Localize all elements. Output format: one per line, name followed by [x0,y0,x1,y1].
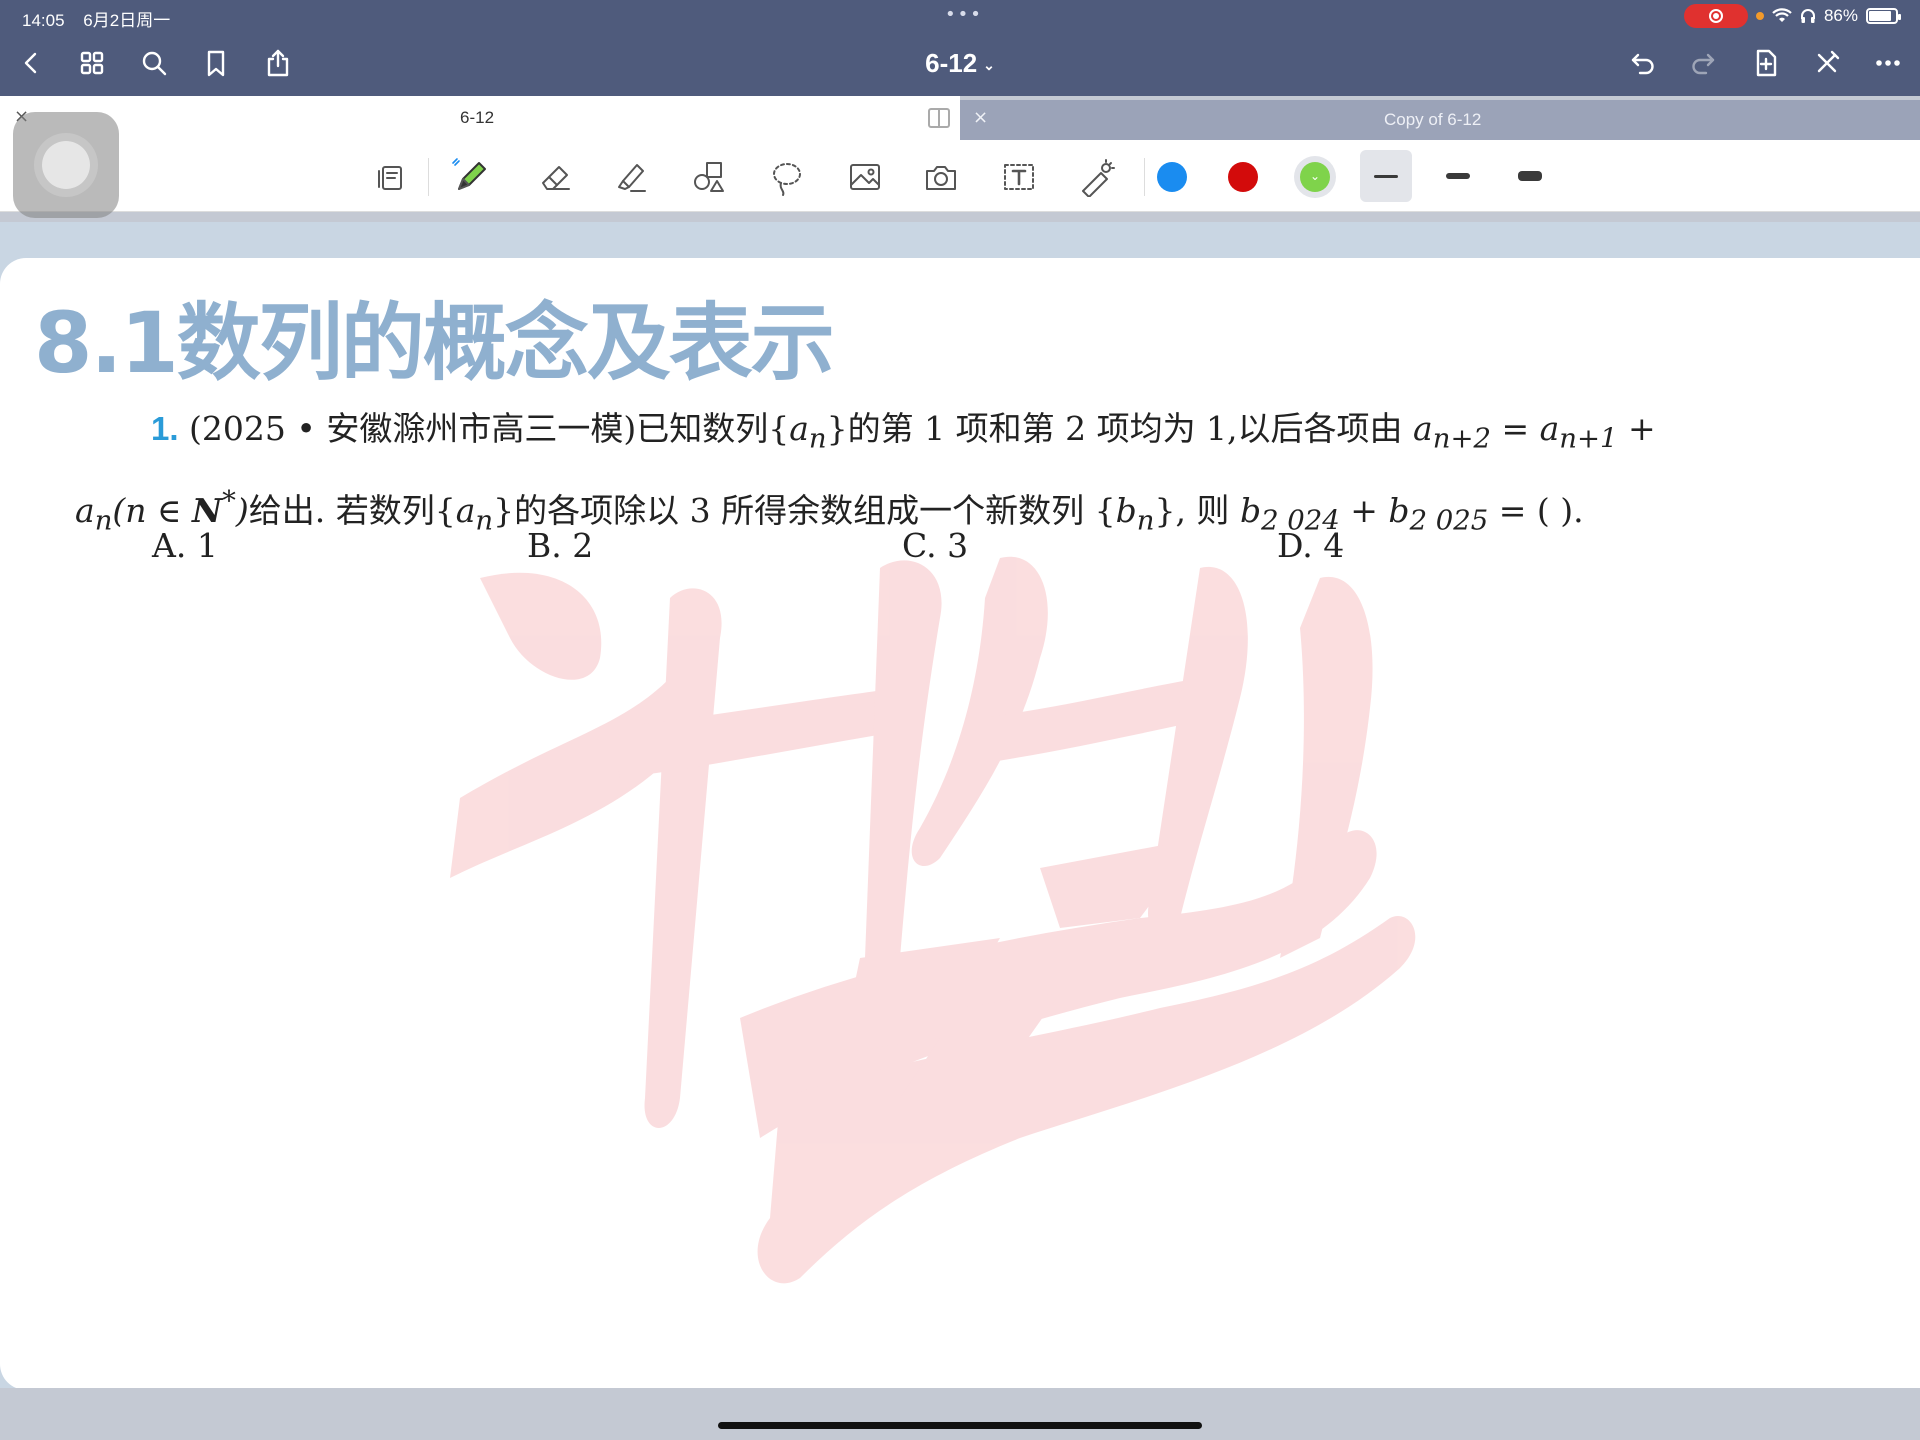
math-recurrence: an+2 = an+1 + [1413,409,1656,455]
read-mode-icon[interactable] [370,154,416,200]
option-label: A. [152,526,187,565]
highlighter-icon[interactable] [608,154,654,200]
stroke-thick-button[interactable] [1504,150,1556,202]
headphones-icon [1800,9,1815,23]
status-right: 86% [1683,4,1901,28]
answer-options: A. 1 B. 2 C. 3 D. 4 [152,526,1652,565]
question-text-part4: }的各项除以 3 所得余数组成一个新数列 { [493,490,1116,530]
bottom-bar [0,1388,1920,1440]
math-sum: b2 024 + b2 025 [1239,490,1489,537]
battery-icon [1866,8,1901,24]
mic-indicator-icon [1755,12,1764,20]
checkmark-icon: ⌄ [1309,169,1321,183]
battery-fill [1869,11,1892,21]
option-value: 2 [572,526,594,565]
question-text-part1: 已知数列{ [636,409,790,448]
question-line-1: 1. (2025 • 安徽滁州市高三一模)已知数列{an}的第 1 项和第 2 … [75,398,1805,470]
stroke-medium-button[interactable] [1432,150,1484,202]
toolbar-divider [1144,158,1145,196]
option-a[interactable]: A. 1 [152,526,527,565]
date-text: 6月2日周一 [83,11,171,30]
bookmark-icon[interactable] [199,46,233,80]
close-edit-icon[interactable] [1810,46,1844,80]
toolbar-divider [428,158,429,196]
status-time: 14:05 6月2日周一 [22,6,170,31]
camera-icon[interactable] [918,154,964,200]
color-red-swatch[interactable] [1228,162,1258,192]
question-source: (2025 • 安徽滁州市高三一模) [189,409,637,448]
color-blue-swatch[interactable] [1157,162,1187,192]
question-text-part3: 给出. 若数列{ [248,490,456,530]
option-d[interactable]: D. 4 [1277,526,1652,565]
option-label: B. [527,526,562,565]
stroke-thin-preview [1374,174,1398,178]
lasso-icon[interactable] [764,154,810,200]
more-icon[interactable] [1871,46,1905,80]
home-indicator[interactable] [718,1422,1202,1429]
top-bar: 14:05 6月2日周一 ••• 86% 6-12 ⌄ [0,0,1920,96]
assistive-touch-button[interactable] [13,112,119,218]
stroke-thick-preview [1518,171,1542,181]
color-green-swatch[interactable]: ⌄ [1300,162,1330,192]
back-icon[interactable] [14,46,48,80]
document-title-text: 6-12 [925,48,978,78]
option-value: 4 [1323,526,1345,565]
text-box-icon[interactable] [996,154,1042,200]
option-label: C. [902,526,937,565]
section-title: 8.1数列的概念及表示 [34,294,835,392]
tab-inactive[interactable]: × Copy of 6-12 [960,100,1920,140]
undo-icon[interactable] [1626,46,1660,80]
document-title[interactable]: 6-12 ⌄ [900,48,1020,79]
multitask-dots-icon[interactable]: ••• [945,4,983,25]
share-icon[interactable] [261,46,295,80]
option-value: 3 [947,526,969,565]
laser-pointer-icon[interactable] [1074,154,1120,200]
question-number: 1. [151,410,179,447]
search-icon[interactable] [137,46,171,80]
math-recurrence-end: an(n ∈ N*) [75,484,249,537]
image-icon[interactable] [842,154,888,200]
question-text-part2: }的第 1 项和第 2 项均为 1,以后各项由 [826,409,1403,448]
split-view-icon[interactable] [928,108,950,128]
screen-recording-icon[interactable] [1683,4,1748,28]
math-a-n: an [789,409,827,455]
question-text-part5: }, 则 [1154,490,1230,530]
option-c[interactable]: C. 3 [902,526,1277,565]
tab-label: 6-12 [460,108,495,127]
tab-close-icon[interactable]: × [973,107,988,128]
battery-text: 86% [1823,6,1858,25]
grid-view-icon[interactable] [75,46,109,80]
document-page: 8.1数列的概念及表示 1. (2025 • 安徽滁州市高三一模)已知数列{an… [0,258,1920,1390]
stroke-thin-button[interactable] [1360,150,1412,202]
shapes-icon[interactable] [686,154,732,200]
time-text: 14:05 [22,11,65,30]
redo-icon[interactable] [1686,46,1720,80]
wifi-icon [1772,8,1792,22]
add-page-icon[interactable] [1749,46,1783,80]
math-b-n: bn [1115,490,1155,537]
tab-active[interactable]: × 6-12 [0,96,960,140]
pen-icon[interactable] [448,154,494,200]
eraser-icon[interactable] [532,154,578,200]
answer-blank: = ( ). [1498,490,1584,530]
stroke-medium-preview [1446,173,1470,179]
chevron-down-icon: ⌄ [983,56,995,73]
option-value: 1 [196,526,218,565]
tab-label: Copy of 6-12 [1384,110,1482,129]
option-b[interactable]: B. 2 [527,526,902,565]
math-a-n-2: an [455,490,494,537]
calligraphy-watermark [450,556,1416,1284]
option-label: D. [1277,526,1313,565]
